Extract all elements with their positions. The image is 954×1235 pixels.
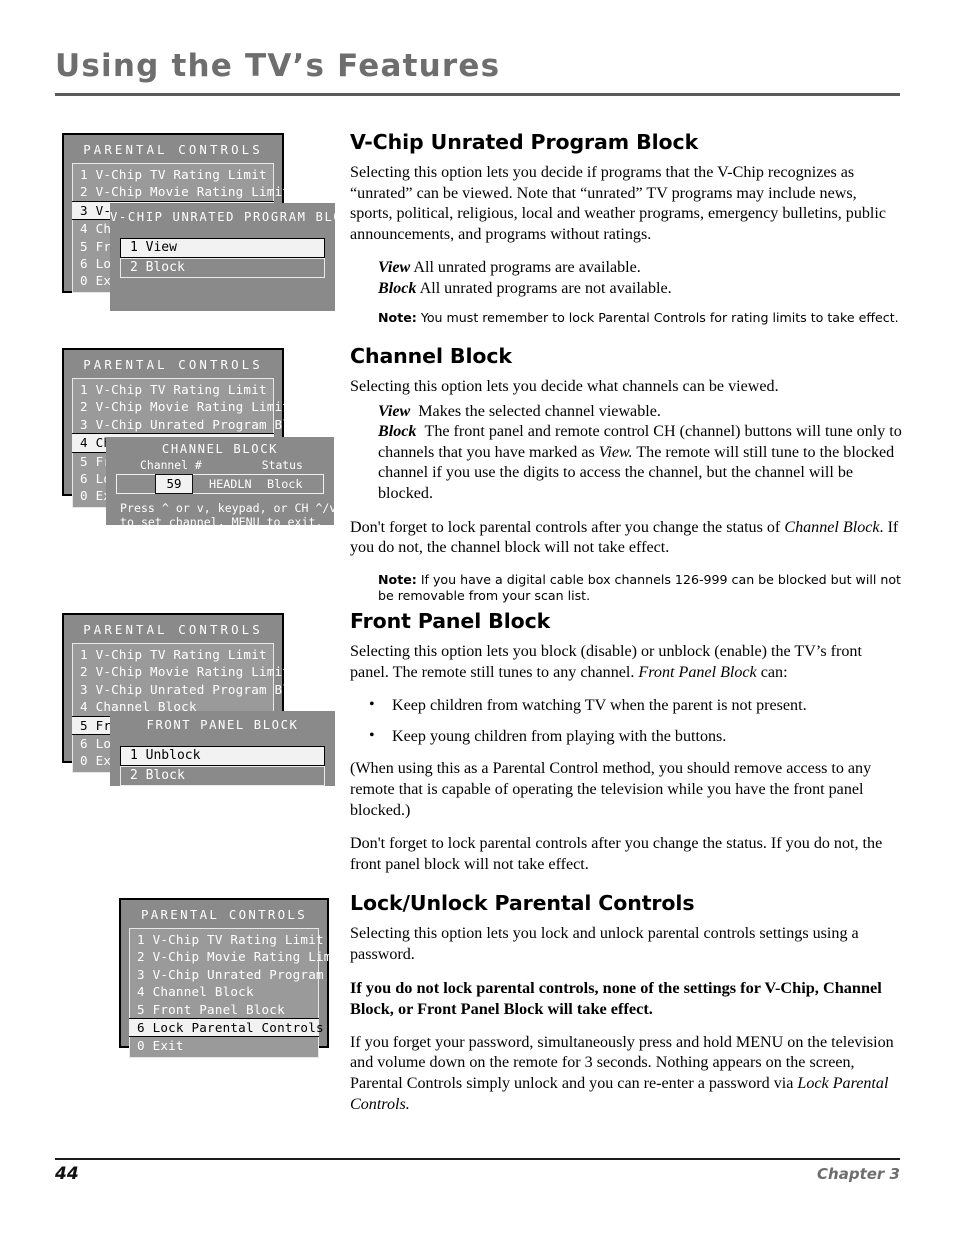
osd-subpanel-title: CHANNEL BLOCK (161, 442, 279, 456)
text-block: All unrated programs are not available. (419, 279, 672, 297)
definition-block: Block The front panel and remote control… (378, 422, 902, 504)
option-block[interactable]: 2 Block (120, 258, 325, 278)
option-unblock-selected[interactable]: 1 Unblock (120, 746, 325, 766)
osd-help-line-1: Press ^ or v, keypad, or CH ^/v (120, 501, 337, 515)
menu-item-3[interactable]: 3 V-Chip Unrated Program Block (73, 681, 313, 698)
text-block-italic: View. (598, 443, 633, 461)
heading-front-panel-block: Front Panel Block (350, 609, 551, 633)
header-divider (55, 93, 900, 96)
paragraph-unrated-intro: Selecting this option lets you decide if… (350, 164, 887, 243)
definition-view: View All unrated programs are available. (378, 258, 902, 279)
osd-option-list: 1 Unblock 2 Block (120, 746, 325, 786)
paragraph-channel-lock-reminder: Don't forget to lock parental controls a… (350, 518, 902, 559)
term-view: View (378, 402, 411, 420)
menu-item-1[interactable]: 1 V-Chip TV Rating Limit (73, 381, 273, 398)
menu-item-1[interactable]: 1 V-Chip TV Rating Limit (73, 646, 273, 663)
paragraph-lock-intro: Selecting this option lets you lock and … (350, 925, 859, 963)
definition-block: Block All unrated programs are not avail… (378, 279, 902, 300)
note-channel: Note: If you have a digital cable box ch… (378, 572, 902, 605)
paragraph-front-panel-reminder: Don't forget to lock parental controls a… (350, 835, 883, 873)
osd-title: PARENTAL CONTROLS (83, 357, 263, 372)
paragraph-front-panel-intro: Selecting this option lets you block (di… (350, 642, 902, 683)
menu-item-2[interactable]: 2 V-Chip Movie Rating Limit (73, 183, 290, 200)
osd-title: PARENTAL CONTROLS (141, 907, 307, 922)
para-b: can: (756, 663, 788, 681)
option-block[interactable]: 2 Block (120, 766, 325, 786)
osd-subpanel-title: V-CHIP UNRATED PROGRAM BLOCK (110, 210, 361, 224)
menu-item-0-exit[interactable]: 0 Exit (130, 1037, 318, 1054)
osd-menu-list: 1 V-Chip TV Rating Limit 2 V-Chip Movie … (129, 928, 370, 1058)
section-channel-block: Channel Block Selecting this option lets… (350, 344, 902, 605)
footer-divider (55, 1158, 900, 1160)
para2-a: Don't forget to lock parental controls a… (350, 518, 785, 536)
section-unrated-program-block: V-Chip Unrated Program Block Selecting t… (350, 130, 902, 326)
heading-lock-unlock: Lock/Unlock Parental Controls (350, 891, 695, 915)
bullet-item-1: Keep children from watching TV when the … (350, 695, 902, 717)
front-panel-bullet-list: Keep children from watching TV when the … (350, 695, 902, 748)
para2-italic: Channel Block (784, 518, 880, 536)
menu-item-4[interactable]: 4 Channel Block (130, 983, 318, 1000)
osd-title: PARENTAL CONTROLS (83, 622, 263, 637)
paragraph-channel-intro: Selecting this option lets you decide wh… (350, 378, 779, 395)
paragraph-forgot-password: If you forget your password, simultaneou… (350, 1033, 902, 1115)
channel-name-label: HEADLN (209, 477, 252, 491)
channel-block-row[interactable]: 59 HEADLN Block (116, 474, 324, 494)
osd-help-line-2: to set channel, MENU to exit. (120, 515, 323, 529)
osd-parental-controls-4: PARENTAL CONTROLS 1 V-Chip TV Rating Lim… (119, 898, 370, 1058)
osd-subpanel-title: FRONT PANEL BLOCK (146, 718, 299, 732)
channel-block-column-headers: Channel # Status (106, 458, 334, 474)
menu-item-3[interactable]: 3 V-Chip Unrated Program Block (130, 966, 370, 983)
menu-item-2[interactable]: 2 V-Chip Movie Rating Limit (130, 948, 347, 965)
osd-unrated-program-block-panel: V-CHIP UNRATED PROGRAM BLOCK 1 View 2 Bl… (110, 203, 361, 311)
menu-item-2[interactable]: 2 V-Chip Movie Rating Limit (73, 663, 290, 680)
term-block: Block (378, 423, 417, 441)
menu-item-1[interactable]: 1 V-Chip TV Rating Limit (73, 166, 273, 183)
osd-title: PARENTAL CONTROLS (83, 142, 263, 157)
osd-channel-block-panel: CHANNEL BLOCK Channel # Status 59 HEADLN… (106, 437, 337, 529)
term-view: View (378, 259, 411, 277)
bullet-item-2: Keep young children from playing with th… (350, 726, 902, 748)
section-lock-unlock-parental-controls: Lock/Unlock Parental Controls Selecting … (350, 891, 902, 1128)
note-text: You must remember to lock Parental Contr… (420, 309, 899, 325)
heading-unrated-program-block: V-Chip Unrated Program Block (350, 130, 699, 154)
column-header-status: Status (261, 458, 303, 472)
menu-item-3[interactable]: 3 V-Chip Unrated Program Block (73, 416, 313, 433)
menu-item-5[interactable]: 5 Front Panel Block (130, 1001, 318, 1018)
page-title: Using the TV’s Features (55, 48, 501, 84)
paragraph-front-panel-caveat: (When using this as a Parental Control m… (350, 760, 872, 819)
channel-number-field[interactable]: 59 (155, 474, 193, 494)
definition-view: View Makes the selected channel viewable… (378, 402, 902, 423)
channel-status-value[interactable]: Block (267, 477, 303, 491)
menu-item-1[interactable]: 1 V-Chip TV Rating Limit (130, 931, 324, 948)
chapter-label: Chapter 3 (817, 1165, 900, 1183)
note-label: Note: (378, 571, 417, 587)
text-view: Makes the selected channel viewable. (418, 402, 661, 420)
menu-item-6-selected[interactable]: 6 Lock Parental Controls (129, 1018, 324, 1038)
option-view-selected[interactable]: 1 View (120, 238, 325, 258)
heading-channel-block: Channel Block (350, 344, 512, 368)
osd-front-panel-block-panel: FRONT PANEL BLOCK 1 Unblock 2 Block (110, 711, 335, 786)
section-front-panel-block: Front Panel Block Selecting this option … (350, 609, 902, 888)
page-number: 44 (55, 1164, 79, 1184)
term-block: Block (378, 279, 417, 297)
column-header-channel: Channel # (140, 458, 202, 472)
note-text: If you have a digital cable box channels… (378, 571, 901, 604)
para-italic: Front Panel Block (638, 663, 757, 681)
note-label: Note: (378, 309, 417, 325)
text-view: All unrated programs are available. (413, 259, 641, 277)
paragraph-lock-warning: If you do not lock parental controls, no… (350, 978, 882, 1018)
menu-item-2[interactable]: 2 V-Chip Movie Rating Limit (73, 398, 290, 415)
osd-option-list: 1 View 2 Block (120, 238, 325, 278)
note-unrated: Note: You must remember to lock Parental… (378, 310, 902, 326)
